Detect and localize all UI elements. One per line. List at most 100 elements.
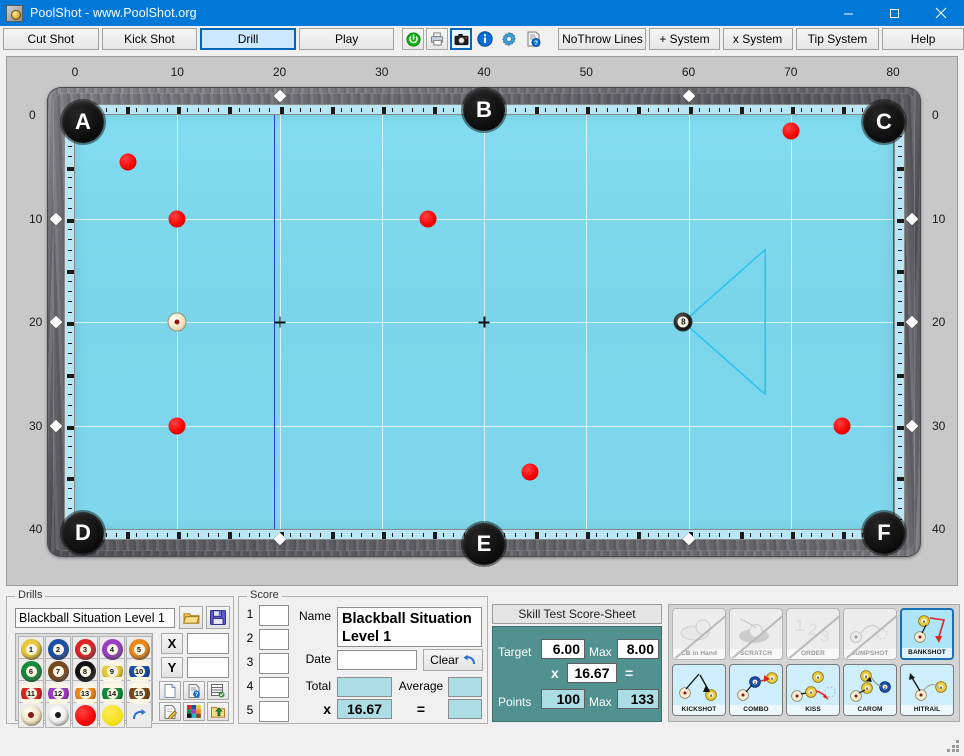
table-properties-icon[interactable] [207,681,229,700]
score-row-input[interactable] [259,605,289,626]
coord-y-input[interactable] [187,657,229,678]
eight-ball[interactable]: 8 [673,312,693,332]
rail-tick [897,218,904,223]
drill-name-input[interactable]: Blackball Situation Level 1 [15,608,175,628]
tab-play[interactable]: Play [298,28,395,50]
shot-button-hitrail[interactable]: 9 HITRAIL [900,664,954,716]
maximize-button[interactable] [871,0,917,26]
tab-cut-shot[interactable]: Cut Shot [3,28,99,50]
palette-cue-ball-black-dot[interactable] [45,702,71,728]
printer-icon[interactable] [426,28,449,50]
clear-button[interactable]: Clear [423,649,483,671]
rail-tick [299,533,301,537]
rail-tick [146,533,148,537]
pocket-d[interactable]: D [62,512,104,554]
help-document-icon[interactable]: ? [522,28,544,50]
target-value[interactable]: 6.00 [541,639,585,659]
rail-tick [637,107,642,114]
button-help[interactable]: Help [882,28,964,50]
coord-x-input[interactable] [187,633,229,654]
palette-undo-rotate-icon[interactable] [126,702,152,728]
shot-button-cb-in-hand[interactable]: CB in Hand [672,608,726,660]
tab-drill[interactable]: Drill [200,28,296,50]
ball-palette-button-13[interactable]: 13 [72,680,98,706]
ball-palette-button-12[interactable]: 12 [45,680,71,706]
x-axis-tick: 10 [170,65,184,79]
target-ball-marker[interactable] [168,210,186,227]
shot-button-scratch[interactable]: SCRATCH [729,608,783,660]
rail-tick [412,533,414,537]
button-plus-system[interactable]: + System [649,28,720,50]
ball-palette-button-10[interactable]: 10 [126,658,152,684]
target-ball-marker[interactable] [168,417,186,434]
rail-tick [576,533,578,537]
floppy-save-icon[interactable] [206,606,230,629]
rail-tick [351,108,353,112]
document-help-icon[interactable]: ? [183,681,205,700]
edit-notes-icon[interactable] [159,702,181,721]
rail-tick [68,239,72,241]
export-folder-icon[interactable] [207,702,229,721]
ball-14-icon: 14 [101,682,123,704]
target-ball-marker[interactable] [119,153,137,171]
name-input[interactable]: Blackball Situation Level 1 [337,607,482,647]
target-ball-marker[interactable] [833,417,851,434]
target-ball-marker[interactable] [521,463,539,481]
new-document-icon[interactable] [159,681,181,700]
ball-palette-button-9[interactable]: 9 [99,658,125,684]
rail-tick [555,533,557,537]
gear-icon[interactable] [498,28,520,50]
shot-button-kickshot[interactable]: 9 KICKSHOT [672,664,726,716]
pool-table-canvas[interactable]: 0 10 20 30 40 50 60 70 80 0 10 20 30 40 0 10 20 30 40 8 … [6,56,958,586]
shot-button-carom[interactable]: 9 9 2 CAROM [843,664,897,716]
target-ball-marker[interactable] [782,122,800,140]
palette-plain-yellow-ball[interactable] [99,702,125,728]
button-nothrow-lines[interactable]: NoThrow Lines [558,28,647,50]
coord-x-label: X [161,633,183,654]
ball-palette-button-14[interactable]: 14 [99,680,125,706]
poolshot-application-window: PoolShot - www.PoolShot.org Cut Shot Kic… [0,0,964,756]
info-icon[interactable] [474,28,496,50]
score-row-input[interactable] [259,701,289,722]
rail-tick [259,533,261,537]
shot-button-bankshot[interactable]: 9 BANKSHOT [900,608,954,660]
rail-tick [68,353,72,355]
score-row-input[interactable] [259,629,289,650]
minimize-button[interactable] [825,0,871,26]
ball-palette-button-15[interactable]: 15 [126,680,152,706]
score-row-input[interactable] [259,653,289,674]
color-palette-icon[interactable] [183,702,205,721]
button-x-system[interactable]: x System [722,28,793,50]
resize-grip-icon[interactable] [947,740,960,753]
score-row-input[interactable] [259,677,289,698]
rail-tick [126,107,131,114]
skill-test-header: Skill Test Score-Sheet [492,604,662,624]
shot-button-jumpshot[interactable]: JUMPSHOT [843,608,897,660]
shot-button-combo[interactable]: 2 9 COMBO [729,664,783,716]
pocket-a[interactable]: A [62,101,104,143]
close-button[interactable] [917,0,964,26]
pocket-f[interactable]: F [863,512,905,554]
button-tip-system[interactable]: Tip System [795,28,880,50]
tab-kick-shot[interactable]: Kick Shot [101,28,198,50]
rail-tick [68,384,72,386]
palette-plain-red-ball[interactable] [72,702,98,728]
pocket-e[interactable]: E [463,523,505,565]
table-felt[interactable]: 8 [75,115,893,529]
rail-tick [831,108,833,112]
y-label-text: Y [167,660,177,675]
shot-button-order[interactable]: 1 2 3 ORDER [786,608,840,660]
pocket-b[interactable]: B [463,89,505,131]
cue-ball[interactable] [167,312,187,332]
date-input[interactable] [337,650,417,670]
target-ball-marker[interactable] [419,210,437,227]
shot-button-kiss[interactable]: 9 9 KISS [786,664,840,716]
power-icon[interactable] [402,28,425,50]
ball-palette-button-11[interactable]: 11 [18,680,44,706]
rail-tick [453,108,455,112]
palette-cue-ball-red-dot[interactable] [18,702,44,728]
open-folder-icon[interactable] [179,606,203,629]
pocket-c[interactable]: C [863,101,905,143]
rail-tick [68,156,72,158]
camera-icon[interactable] [450,28,473,50]
